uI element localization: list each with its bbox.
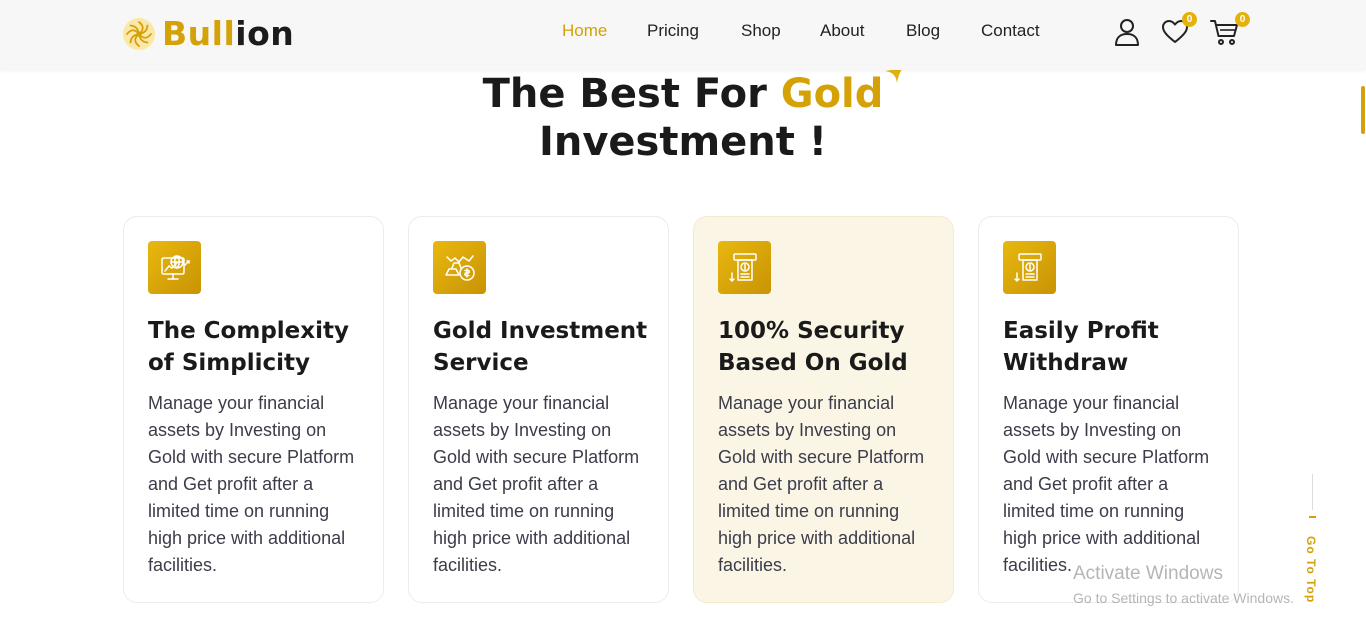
feature-card: Gold Investment Service Manage your fina… [408,216,669,603]
card-title: Gold Investment Service [433,318,648,376]
account-button[interactable] [1114,18,1142,46]
card-description: Manage your financial assets by Investin… [433,393,640,575]
watermark-line1: Activate Windows [1073,563,1223,584]
go-to-top-line [1312,474,1313,510]
atm-withdraw-icon [1013,252,1042,282]
activation-watermark: Activate Windows Go to Settings to activ… [1073,562,1294,608]
go-to-top-button[interactable]: Go To Top [1296,474,1332,604]
card-icon-container [433,241,486,294]
feature-card: The Complexity of Simplicity Manage your… [123,216,384,603]
card-description: Manage your financial assets by Investin… [1003,393,1210,575]
card-icon-container [1003,241,1056,294]
feature-card: Easily Profit Withdraw Manage your finan… [978,216,1239,603]
site-header: Bullion Home Pricing Shop About Blog Con… [0,0,1366,70]
go-to-top-label: Go To Top [1304,536,1318,604]
nav-item-shop[interactable]: Shop [741,21,781,41]
nav-item-blog[interactable]: Blog [906,21,940,41]
cart-button[interactable]: 0 [1210,12,1250,46]
feature-card-highlighted: 100% Security Based On Gold Manage your … [693,216,954,603]
card-title: The Complexity of Simplicity [148,318,349,376]
cart-count-badge: 0 [1235,12,1250,27]
card-description: Manage your financial assets by Investin… [718,393,925,575]
nav-item-home[interactable]: Home [562,21,607,41]
wishlist-button[interactable]: 0 [1161,12,1197,46]
nav-item-contact[interactable]: Contact [981,21,1040,41]
watermark-line2: Go to Settings to activate Windows. [1073,590,1294,606]
atm-withdraw-icon [728,252,757,282]
page-title: The Best For Gold Investment ! [0,65,1366,166]
card-icon-container [148,241,201,294]
globe-chart-icon [160,254,190,280]
card-description: Manage your financial assets by Investin… [148,393,355,575]
sun-swirl-logo-icon [123,17,155,50]
brand-logo[interactable]: Bullion [122,14,294,53]
brand-name: Bullion [162,14,295,53]
nav-item-about[interactable]: About [820,21,864,41]
user-icon [1115,19,1139,46]
wishlist-count-badge: 0 [1182,12,1197,27]
title-highlight: Gold [781,65,907,117]
nav-item-pricing[interactable]: Pricing [647,21,699,41]
card-icon-container [718,241,771,294]
gold-bars-coin-icon [444,254,475,281]
card-title: 100% Security Based On Gold [718,318,908,376]
card-title: Easily Profit Withdraw [1003,318,1159,376]
go-to-top-dash [1309,516,1316,518]
